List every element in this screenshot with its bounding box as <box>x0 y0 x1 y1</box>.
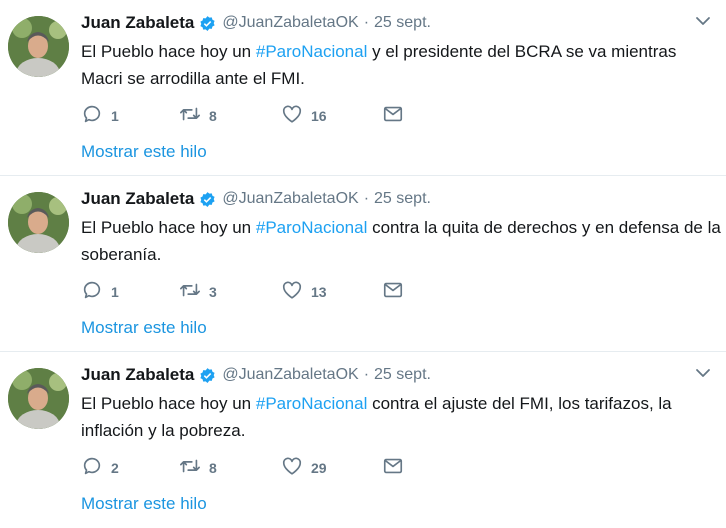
envelope-icon <box>382 279 404 306</box>
avatar[interactable] <box>8 368 69 429</box>
tweet-date[interactable]: 25 sept. <box>374 14 431 32</box>
separator: · <box>363 366 370 383</box>
author-handle[interactable]: @JuanZabaletaOK <box>222 14 358 32</box>
like-button[interactable]: 13 <box>281 280 327 304</box>
retweet-icon <box>179 455 201 482</box>
separator: · <box>363 190 370 207</box>
show-thread-link[interactable]: Mostrar este hilo <box>81 494 207 514</box>
verified-badge-icon <box>199 191 216 208</box>
reply-count: 1 <box>111 108 119 124</box>
tweet-feed: Juan Zabaleta @JuanZabaletaOK · 25 sept.… <box>0 0 726 520</box>
retweet-count: 8 <box>209 460 217 476</box>
retweet-count: 8 <box>209 108 217 124</box>
tweet-date[interactable]: 25 sept. <box>374 366 431 384</box>
author-name[interactable]: Juan Zabaleta <box>81 13 194 33</box>
reply-button[interactable]: 1 <box>81 104 119 128</box>
tweet[interactable]: Juan Zabaleta @JuanZabaletaOK · 25 sept.… <box>0 352 726 528</box>
show-thread-link[interactable]: Mostrar este hilo <box>81 318 207 338</box>
hashtag-link[interactable]: #ParoNacional <box>256 218 368 237</box>
retweet-button[interactable]: 3 <box>179 280 217 304</box>
tweet-actions: 1 3 13 <box>81 280 421 304</box>
author-handle[interactable]: @JuanZabaletaOK <box>222 366 358 384</box>
heart-icon <box>281 103 303 130</box>
tweet-text: El Pueblo hace hoy un #ParoNacional cont… <box>81 214 721 268</box>
chevron-down-icon[interactable] <box>694 12 712 30</box>
avatar[interactable] <box>8 16 69 77</box>
direct-message-button[interactable] <box>382 104 404 128</box>
author-name[interactable]: Juan Zabaleta <box>81 189 194 209</box>
envelope-icon <box>382 455 404 482</box>
tweet-actions: 2 8 29 <box>81 456 421 480</box>
reply-button[interactable]: 1 <box>81 280 119 304</box>
heart-icon <box>281 455 303 482</box>
chevron-down-icon[interactable] <box>694 364 712 382</box>
reply-icon <box>81 279 103 306</box>
show-thread-link[interactable]: Mostrar este hilo <box>81 142 207 162</box>
reply-icon <box>81 103 103 130</box>
envelope-icon <box>382 103 404 130</box>
tweet-text-start: El Pueblo hace hoy un <box>81 394 256 413</box>
tweet-text: El Pueblo hace hoy un #ParoNacional y el… <box>81 38 721 92</box>
verified-badge-icon <box>199 367 216 384</box>
author-name[interactable]: Juan Zabaleta <box>81 365 194 385</box>
retweet-button[interactable]: 8 <box>179 104 217 128</box>
like-count: 13 <box>311 284 327 300</box>
reply-count: 2 <box>111 460 119 476</box>
tweet-header: Juan Zabaleta @JuanZabaletaOK · 25 sept. <box>81 11 726 35</box>
tweet-actions: 1 8 16 <box>81 104 421 128</box>
retweet-icon <box>179 103 201 130</box>
retweet-icon <box>179 279 201 306</box>
like-count: 16 <box>311 108 327 124</box>
reply-count: 1 <box>111 284 119 300</box>
direct-message-button[interactable] <box>382 280 404 304</box>
retweet-count: 3 <box>209 284 217 300</box>
like-button[interactable]: 16 <box>281 104 327 128</box>
like-count: 29 <box>311 460 327 476</box>
direct-message-button[interactable] <box>382 456 404 480</box>
tweet-header: Juan Zabaleta @JuanZabaletaOK · 25 sept. <box>81 187 726 211</box>
tweet[interactable]: Juan Zabaleta @JuanZabaletaOK · 25 sept.… <box>0 176 726 352</box>
separator: · <box>363 14 370 31</box>
tweet-text: El Pueblo hace hoy un #ParoNacional cont… <box>81 390 721 444</box>
tweet-text-start: El Pueblo hace hoy un <box>81 42 256 61</box>
hashtag-link[interactable]: #ParoNacional <box>256 42 368 61</box>
retweet-button[interactable]: 8 <box>179 456 217 480</box>
verified-badge-icon <box>199 15 216 32</box>
heart-icon <box>281 279 303 306</box>
tweet[interactable]: Juan Zabaleta @JuanZabaletaOK · 25 sept.… <box>0 0 726 176</box>
reply-icon <box>81 455 103 482</box>
hashtag-link[interactable]: #ParoNacional <box>256 394 368 413</box>
reply-button[interactable]: 2 <box>81 456 119 480</box>
tweet-header: Juan Zabaleta @JuanZabaletaOK · 25 sept. <box>81 363 726 387</box>
avatar[interactable] <box>8 192 69 253</box>
author-handle[interactable]: @JuanZabaletaOK <box>222 190 358 208</box>
like-button[interactable]: 29 <box>281 456 327 480</box>
tweet-date[interactable]: 25 sept. <box>374 190 431 208</box>
tweet-text-start: El Pueblo hace hoy un <box>81 218 256 237</box>
